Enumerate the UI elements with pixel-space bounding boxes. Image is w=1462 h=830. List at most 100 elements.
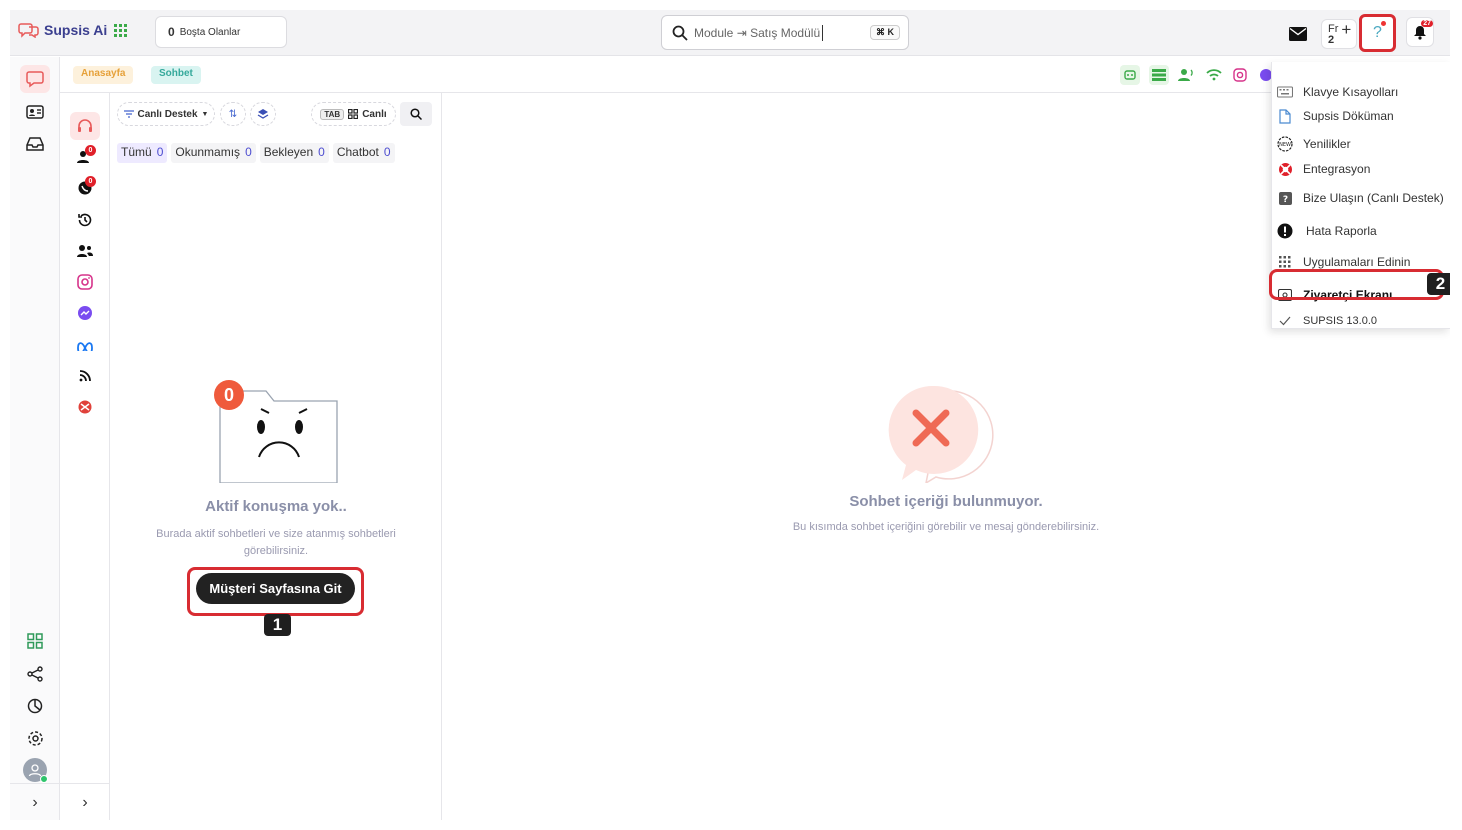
mail-icon [1289, 27, 1307, 41]
brand-logo[interactable]: Supsis Ai [18, 22, 107, 38]
question-icon: ? [1277, 190, 1293, 206]
search-shortcut: ⌘ K [870, 25, 900, 40]
whatsapp-badge: 0 [85, 176, 96, 187]
nav-instagram[interactable] [70, 268, 100, 296]
menu-item-label: Bize Ulaşın (Canlı Destek) [1303, 191, 1444, 205]
nav-reports[interactable] [20, 692, 50, 720]
highlight-frame-2 [1269, 269, 1444, 300]
tab-key-badge: TAB [320, 108, 345, 120]
empty-list-title: Aktif konuşma yok.. [205, 498, 347, 515]
nav-rss[interactable] [70, 362, 100, 390]
nav-settings[interactable] [20, 724, 50, 752]
menu-item-label: Klavye Kısayolları [1303, 85, 1399, 99]
idle-agents-box[interactable]: 0 Boşta Olanlar [155, 16, 287, 48]
layers-icon [257, 109, 269, 119]
avatar [23, 758, 48, 783]
chevron-right-icon: › [82, 793, 88, 811]
goto-customer-page-button[interactable]: Müşteri Sayfasına Git [196, 573, 355, 604]
menu-item-news[interactable]: NEW Yenilikler [1272, 134, 1450, 154]
idle-count: 0 [168, 25, 175, 39]
rss-icon [79, 370, 91, 382]
breadcrumb-home[interactable]: Anasayfa [73, 66, 134, 84]
help-dot [1381, 21, 1386, 26]
nav-integration-app[interactable] [70, 393, 100, 421]
channel-wifi[interactable] [1204, 65, 1224, 85]
dashboard-icon [27, 633, 43, 649]
svg-text:?: ? [1282, 195, 1287, 205]
nav-team[interactable] [70, 237, 100, 265]
apps-icon [1277, 254, 1293, 270]
menu-item-version: SUPSIS 13.0.0 [1272, 311, 1450, 331]
live-label: Canlı [362, 108, 387, 120]
filter-all[interactable]: Tümü 0 [117, 143, 168, 163]
filter-chatbot[interactable]: Chatbot 0 [332, 143, 395, 163]
menu-item-label: SUPSIS 13.0.0 [1303, 315, 1377, 327]
help-button[interactable]: ? [1359, 14, 1396, 52]
channel-list[interactable] [1149, 65, 1169, 85]
list-icon [1152, 69, 1166, 81]
top-header: Supsis Ai 0 Boşta Olanlar Module ⇥ Satış… [10, 10, 1450, 56]
nav-history[interactable] [70, 206, 100, 234]
sort-icon: ⇅ [228, 108, 238, 120]
expand-rail-button[interactable]: › [10, 783, 60, 820]
help-icon: ? [1373, 24, 1382, 41]
menu-item-docs[interactable]: Supsis Döküman [1272, 106, 1450, 126]
notifications-button[interactable]: 27 [1406, 17, 1434, 47]
filter-count: 0 [383, 145, 391, 159]
nav-chat[interactable] [20, 65, 50, 93]
expand-panel-button[interactable]: › [60, 783, 110, 820]
menu-item-report-bug[interactable]: Hata Raporla [1272, 221, 1450, 241]
nav-profile[interactable] [20, 756, 50, 784]
filter-count: 0 [156, 145, 164, 159]
menu-item-label: Yenilikler [1303, 137, 1351, 151]
menu-item-contact-support[interactable]: ? Bize Ulaşın (Canlı Destek) [1272, 188, 1450, 208]
filter-pending[interactable]: Bekleyen 0 [259, 143, 329, 163]
menu-item-label: Entegrasyon [1303, 162, 1371, 176]
nav-meta[interactable] [70, 331, 100, 359]
svg-text:NEW: NEW [1279, 142, 1291, 148]
global-search[interactable]: Module ⇥ Satış Modülü ⌘ K [661, 15, 909, 50]
breadcrumb-bar: Anasayfa Sohbet [60, 57, 1450, 93]
filter-unread[interactable]: Okunmamış 0 [171, 143, 256, 163]
sort-button[interactable]: ⇅ [220, 102, 246, 126]
layers-button[interactable] [250, 102, 276, 126]
menu-item-integration[interactable]: Entegrasyon [1272, 159, 1450, 179]
bot-icon [1124, 70, 1136, 80]
pie-chart-icon [27, 698, 43, 714]
breadcrumb-chat[interactable]: Sohbet [151, 66, 201, 84]
mail-button[interactable] [1283, 19, 1313, 49]
live-mode-toggle[interactable]: TAB Canlı [311, 102, 396, 126]
nav-live-support[interactable] [70, 112, 100, 140]
new-icon: NEW [1277, 136, 1293, 152]
nav-inbox[interactable] [20, 130, 50, 158]
conversation-list-panel: Canlı Destek ▼ ⇅ TAB Canlı Tümü 0 Okunmam… [110, 93, 442, 820]
headset-icon [78, 119, 92, 132]
filter-icon [123, 110, 134, 118]
app-logo-icon [78, 400, 92, 414]
apps-grid-icon[interactable] [114, 24, 128, 38]
team-icon [77, 245, 93, 257]
channel-bot[interactable] [1120, 65, 1140, 85]
status-filters: Tümü 0 Okunmamış 0 Bekleyen 0 Chatbot 0 [117, 143, 395, 163]
filter-label: Bekleyen [263, 145, 314, 159]
nav-dashboard[interactable] [20, 627, 50, 655]
voice-user-icon [1178, 69, 1193, 81]
nav-share[interactable] [20, 660, 50, 688]
chat-nav-rail: 0 0 › [60, 57, 110, 820]
nav-messenger[interactable] [70, 299, 100, 327]
no-content-illustration [888, 385, 994, 483]
search-input[interactable]: Module ⇥ Satış Modülü [694, 26, 820, 40]
nav-assigned[interactable]: 0 [70, 143, 100, 171]
department-label: Canlı Destek [137, 108, 198, 120]
empty-chat-subtitle: Bu kısımda sohbet içeriğini görebilir ve… [792, 521, 1100, 533]
notification-badge: 27 [1421, 20, 1433, 27]
nav-whatsapp[interactable]: 0 [70, 174, 100, 202]
menu-item-keyboard-shortcuts[interactable]: Klavye Kısayolları [1272, 82, 1450, 102]
shortcut-fr-button[interactable]: Fr + 2 [1321, 19, 1357, 49]
list-search-button[interactable] [400, 102, 432, 126]
empty-list-subtitle: Burada aktif sohbetleri ve size atanmış … [156, 528, 396, 557]
channel-instagram[interactable] [1230, 65, 1250, 85]
channel-voice[interactable] [1176, 65, 1196, 85]
nav-contacts[interactable] [20, 98, 50, 126]
department-selector[interactable]: Canlı Destek ▼ [117, 102, 215, 126]
